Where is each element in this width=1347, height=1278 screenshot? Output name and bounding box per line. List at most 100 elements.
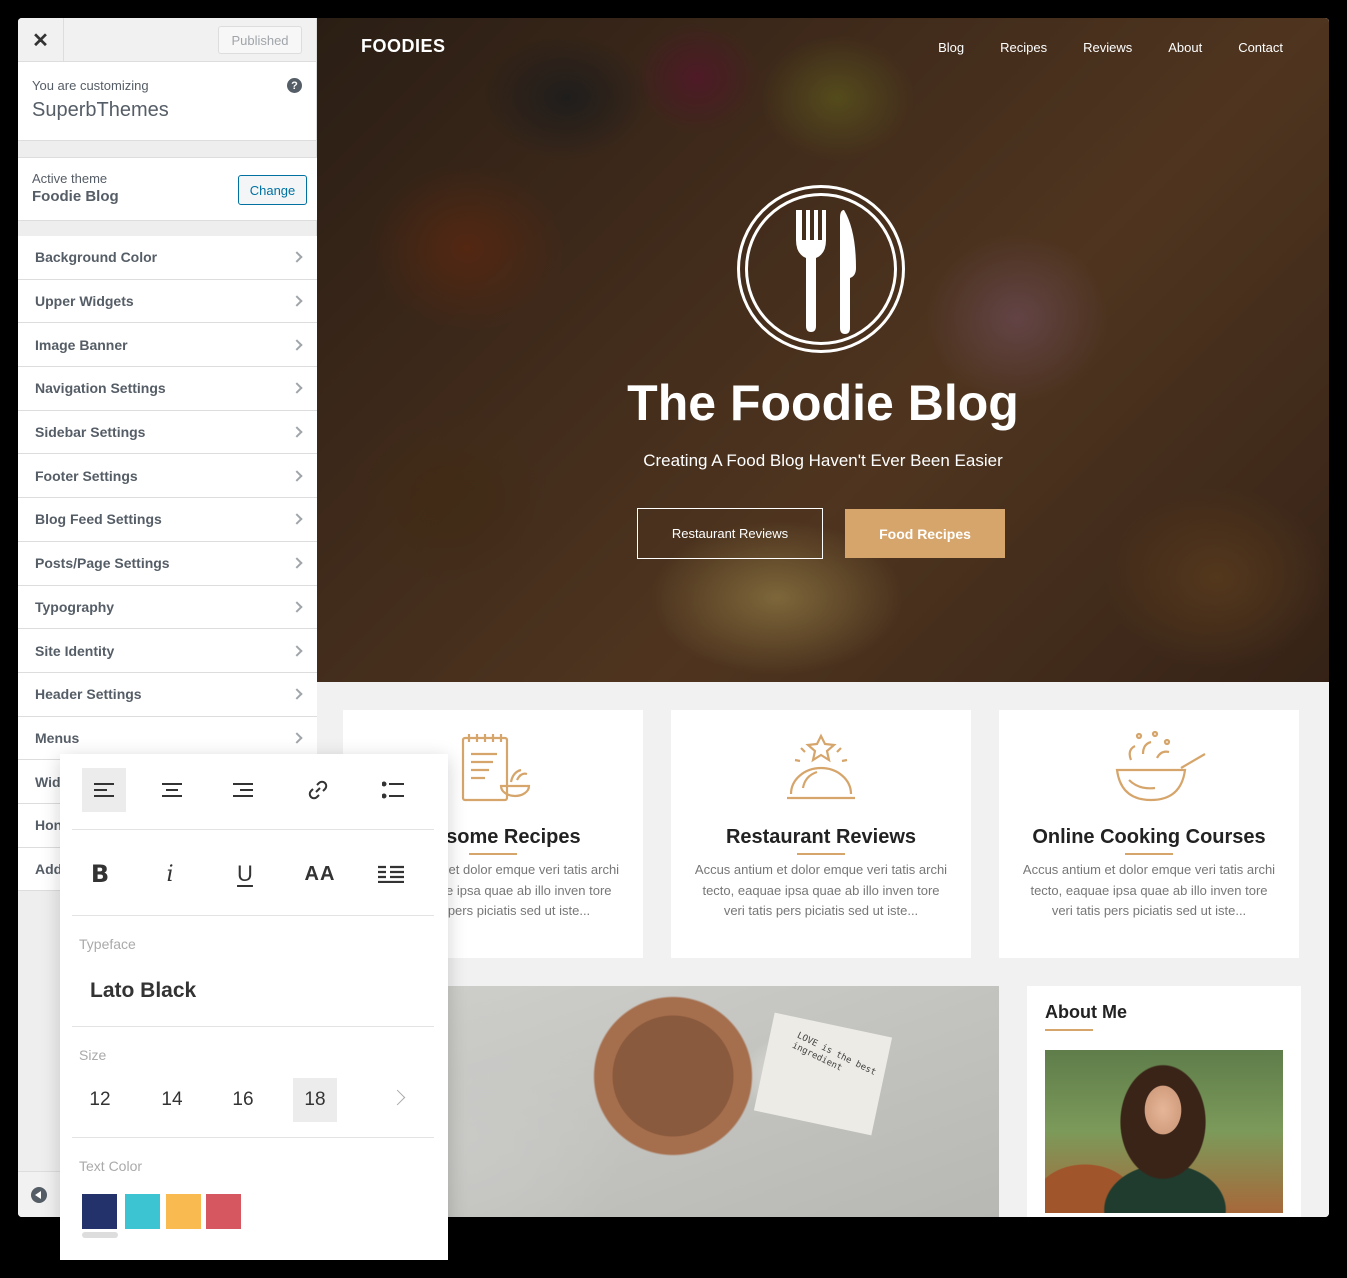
- menu-item-posts-page-settings[interactable]: Posts/Page Settings: [18, 541, 317, 586]
- menu-item-navigation-settings[interactable]: Navigation Settings: [18, 367, 317, 411]
- chevron-right-icon: [291, 426, 303, 438]
- chevron-right-icon: [291, 601, 303, 613]
- chevron-right-icon: [291, 688, 303, 700]
- customizing-label: You are customizing: [32, 78, 149, 93]
- color-swatch-cyan[interactable]: [125, 1194, 160, 1229]
- close-icon[interactable]: ✕: [18, 18, 64, 62]
- menu-item-upper-widgets[interactable]: Upper Widgets: [18, 279, 317, 324]
- chevron-right-icon: [291, 513, 303, 526]
- active-theme-section: Active theme Foodie Blog Change: [18, 157, 317, 221]
- menu-item-label: Background Color: [35, 249, 158, 266]
- typeface-select[interactable]: Lato Black: [90, 979, 196, 1003]
- about-divider: [1045, 1029, 1093, 1031]
- chevron-right-icon[interactable]: [389, 1089, 406, 1106]
- menu-item-blog-feed-settings[interactable]: Blog Feed Settings: [18, 498, 317, 542]
- divider: [72, 1137, 434, 1138]
- align-left-icon[interactable]: [82, 768, 126, 812]
- chevron-right-icon: [291, 295, 303, 307]
- nav-contact[interactable]: Contact: [1238, 40, 1283, 55]
- about-me-widget: About Me: [1027, 986, 1301, 1217]
- hero-title: The Foodie Blog: [627, 375, 1019, 431]
- collapse-icon[interactable]: [31, 1187, 47, 1203]
- caps-icon[interactable]: AA: [298, 852, 342, 896]
- menu-item-typography[interactable]: Typography: [18, 585, 317, 630]
- cloche-star-icon: [787, 733, 855, 800]
- chevron-right-icon: [291, 644, 303, 657]
- nav-blog[interactable]: Blog: [938, 40, 964, 55]
- chevron-right-icon: [291, 251, 303, 264]
- menu-item-label: Footer Settings: [35, 467, 138, 484]
- site-nav: Blog Recipes Reviews About Contact: [938, 40, 1283, 55]
- chevron-right-icon: [291, 732, 303, 744]
- site-preview: FOODIES Blog Recipes Reviews About Conta…: [317, 18, 1329, 1217]
- menu-item-label: Wid: [35, 773, 61, 790]
- card-title: Online Cooking Courses: [1032, 826, 1266, 848]
- about-me-title: About Me: [1045, 1002, 1127, 1022]
- menu-item-footer-settings[interactable]: Footer Settings: [18, 454, 317, 499]
- divider: [72, 1026, 434, 1027]
- hero-banner: FOODIES Blog Recipes Reviews About Conta…: [317, 18, 1329, 682]
- menu-item-site-identity[interactable]: Site Identity: [18, 629, 317, 673]
- menu-item-label: Typography: [35, 598, 115, 615]
- typeface-label: Typeface: [79, 936, 136, 952]
- chevron-right-icon: [291, 382, 303, 395]
- napkin-image: LOVE is the best ingredient: [753, 1012, 893, 1136]
- align-center-icon[interactable]: [150, 768, 194, 812]
- menu-item-header-settings[interactable]: Header Settings: [18, 672, 317, 717]
- menu-item-image-banner[interactable]: Image Banner: [18, 323, 317, 368]
- site-name: SuperbThemes: [32, 99, 169, 121]
- nav-recipes[interactable]: Recipes: [1000, 40, 1047, 55]
- customizing-info: You are customizing SuperbThemes ?: [18, 62, 316, 141]
- menu-item-label: Posts/Page Settings: [35, 555, 170, 572]
- color-swatch-yellow[interactable]: [166, 1194, 201, 1229]
- menu-item-label: Menus: [35, 729, 80, 746]
- card-divider: [1125, 853, 1173, 855]
- bullet-list-icon[interactable]: [371, 768, 415, 812]
- menu-item-label: Blog Feed Settings: [35, 511, 162, 528]
- text-format-popover: B i U AA Typeface Lato Black Size 12 14 …: [60, 754, 448, 1260]
- size-option-18[interactable]: 18: [293, 1078, 337, 1122]
- menu-item-sidebar-settings[interactable]: Sidebar Settings: [18, 410, 317, 455]
- chevron-right-icon: [291, 557, 303, 569]
- color-swatch-navy[interactable]: [82, 1194, 117, 1229]
- size-option-14[interactable]: 14: [150, 1078, 194, 1122]
- help-icon[interactable]: ?: [287, 78, 302, 93]
- chevron-right-icon: [291, 339, 303, 351]
- restaurant-reviews-button[interactable]: Restaurant Reviews: [637, 508, 823, 559]
- food-recipes-button[interactable]: Food Recipes: [845, 509, 1005, 558]
- text-color-label: Text Color: [79, 1158, 143, 1174]
- align-right-icon[interactable]: [221, 768, 265, 812]
- size-option-16[interactable]: 16: [221, 1078, 265, 1122]
- justify-icon[interactable]: [369, 852, 413, 896]
- change-theme-button[interactable]: Change: [238, 175, 307, 205]
- menu-item-background-color[interactable]: Background Color: [18, 236, 317, 280]
- nav-about[interactable]: About: [1168, 40, 1202, 55]
- size-option-12[interactable]: 12: [78, 1078, 122, 1122]
- selected-color-indicator: [82, 1232, 118, 1238]
- customizer-header: ✕ Published: [18, 18, 316, 62]
- divider: [72, 915, 434, 916]
- recipe-clipboard-icon: [461, 734, 531, 802]
- chevron-right-icon: [291, 470, 303, 482]
- color-swatch-red[interactable]: [206, 1194, 241, 1229]
- hero-subtitle: Creating A Food Blog Haven't Ever Been E…: [643, 451, 1003, 470]
- card-text: Accus antium et dolor emque veri tatis a…: [1022, 862, 1276, 918]
- italic-icon[interactable]: i: [148, 852, 192, 896]
- alignment-toolbar: [60, 754, 448, 830]
- menu-item-label: Hon: [35, 817, 63, 834]
- feature-card-courses[interactable]: Online Cooking Courses Accus antium et d…: [999, 710, 1299, 958]
- bold-icon[interactable]: B: [78, 852, 122, 896]
- nav-reviews[interactable]: Reviews: [1083, 40, 1132, 55]
- card-divider: [797, 853, 845, 855]
- size-label: Size: [79, 1047, 107, 1063]
- menu-item-label: Header Settings: [35, 686, 142, 703]
- napkin-text: LOVE is the best ingredient: [790, 1030, 878, 1078]
- feature-card-reviews[interactable]: Restaurant Reviews Accus antium et dolor…: [671, 710, 971, 958]
- underline-icon[interactable]: U: [223, 852, 267, 896]
- about-me-photo: [1045, 1050, 1283, 1213]
- divider: [72, 829, 434, 830]
- site-logo[interactable]: FOODIES: [361, 36, 446, 57]
- link-icon[interactable]: [296, 768, 340, 812]
- published-button[interactable]: Published: [218, 26, 302, 54]
- menu-item-label: Upper Widgets: [35, 293, 134, 310]
